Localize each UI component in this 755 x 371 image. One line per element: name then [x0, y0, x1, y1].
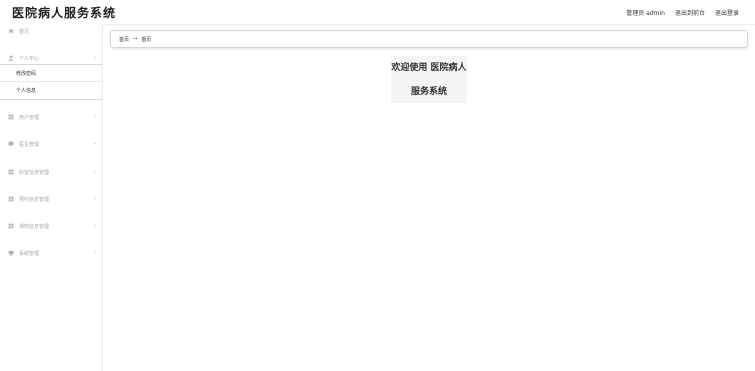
sidebar-item-label: 用户管理: [19, 114, 40, 121]
chevron-down-icon: ⌄: [92, 140, 97, 146]
exit-to-front-link[interactable]: 退出到前台: [675, 8, 705, 17]
sidebar-item-label: 个人中心: [19, 55, 40, 62]
grid-icon: [7, 114, 15, 120]
sidebar-item-label: 系统管理: [19, 250, 40, 257]
personal-center-submenu: 修改密码 个人信息: [0, 64, 102, 100]
sidebar-item-doctor-management[interactable]: 医生管理 ⌄: [0, 137, 102, 151]
header-actions: 管理员 admin 退出到前台 退出登录: [626, 8, 739, 17]
grid-icon: [7, 196, 15, 202]
sidebar-item-label: 通知信息管理: [19, 223, 50, 230]
chevron-down-icon: ⌄: [92, 249, 97, 255]
sidebar-item-label: 科室信息管理: [19, 169, 50, 176]
breadcrumb-home-link[interactable]: 首页: [119, 36, 129, 43]
sidebar-item-appointment-management[interactable]: 预约信息管理 ⌄: [0, 192, 102, 206]
chat-icon: [7, 141, 15, 147]
welcome-line-2: 服务系统: [410, 86, 447, 97]
user-icon: [7, 55, 15, 61]
welcome-banner: 欢迎使用 医院病人 服务系统: [391, 56, 467, 103]
grid-icon: [7, 223, 15, 229]
breadcrumb-current: 首页: [141, 36, 152, 43]
grid-icon: [7, 169, 15, 175]
sidebar-item-system-management[interactable]: 系统管理 ⌄: [0, 246, 102, 260]
app-title: 医院病人服务系统: [12, 6, 117, 20]
chevron-down-icon: ⌄: [92, 54, 97, 60]
chevron-down-icon: ⌄: [92, 222, 97, 228]
submenu-personal-info[interactable]: 个人信息: [16, 87, 36, 94]
sidebar-item-personal-center[interactable]: 个人中心 ⌄: [0, 51, 102, 65]
sidebar-item-user-management[interactable]: 用户管理 ⌄: [0, 110, 102, 124]
chevron-down-icon: ⌄: [92, 195, 97, 201]
sidebar-item-notice-management[interactable]: 通知信息管理 ⌄: [0, 219, 102, 233]
monitor-icon: [7, 250, 15, 256]
breadcrumb-arrow-icon: →: [133, 36, 138, 42]
sidebar-item-home[interactable]: 首页: [0, 24, 102, 38]
breadcrumb: 首页 → 首页: [110, 30, 748, 48]
home-icon: [7, 28, 15, 34]
sidebar-item-department-management[interactable]: 科室信息管理 ⌄: [0, 165, 102, 179]
chevron-down-icon: ⌄: [92, 168, 97, 174]
app-root: 医院病人服务系统 管理员 admin 退出到前台 退出登录 首页 个人中心 ⌄ …: [0, 0, 755, 371]
current-user-label: 管理员 admin: [626, 10, 665, 17]
submenu-change-password[interactable]: 修改密码: [16, 70, 36, 77]
submenu-divider: [0, 81, 102, 82]
sidebar: 首页 个人中心 ⌄ 修改密码 个人信息 用户管理 ⌄ 医生管理 ⌄ 科室信息管理…: [0, 24, 103, 371]
sidebar-item-label: 医生管理: [19, 141, 40, 148]
welcome-line-1: 欢迎使用 医院病人: [391, 62, 467, 73]
logout-link[interactable]: 退出登录: [715, 8, 739, 17]
top-header: 医院病人服务系统 管理员 admin 退出到前台 退出登录: [0, 0, 755, 25]
chevron-down-icon: ⌄: [92, 113, 97, 119]
sidebar-item-label: 预约信息管理: [19, 196, 50, 203]
sidebar-item-label: 首页: [19, 28, 30, 35]
